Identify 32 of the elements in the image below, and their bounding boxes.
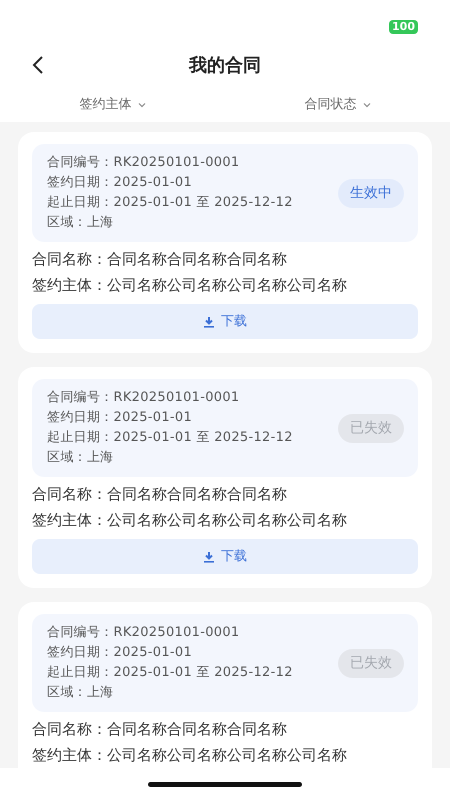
download-button[interactable]: 下载 <box>32 304 418 339</box>
info-text: 合同编号：RK20250101-0001 <box>47 154 241 172</box>
info-text: 合同编号：RK20250101-0001 <box>47 624 241 642</box>
filter-dropdown[interactable]: 签约主体 <box>0 88 225 122</box>
battery-icon: 100 <box>389 20 418 34</box>
info-text: 区域：上海 <box>47 449 114 467</box>
info-text: 起止日期：2025-01-01 至 2025-12-12 <box>47 664 293 682</box>
info-text: 区域：上海 <box>47 684 114 702</box>
info-text: 签约日期：2025-01-01 <box>47 644 194 662</box>
signing-party: 签约主体：公司名称公司名称公司名称公司名称 <box>32 510 348 531</box>
status-badge: 已失效 <box>338 414 404 442</box>
info-text: 签约日期：2025-01-01 <box>47 409 194 427</box>
status-badge: 生效中 <box>338 178 404 208</box>
info-text: 起止日期：2025-01-01 至 2025-12-12 <box>47 194 293 212</box>
info-text: 区域：上海 <box>47 214 114 232</box>
contract-name: 合同名称：合同名称合同名称合同名称 <box>32 484 288 505</box>
info-text: 签约日期：2025-01-01 <box>47 174 194 192</box>
chevron-icon <box>362 102 370 108</box>
download-icon <box>203 550 215 562</box>
status-badge: 已失效 <box>338 648 404 678</box>
contract-name: 合同名称：合同名称合同名称合同名称 <box>32 719 288 740</box>
filter-dropdown[interactable]: 合同状态 <box>225 88 450 122</box>
info-text: 起止日期：2025-01-01 至 2025-12-12 <box>47 429 293 447</box>
chevron-icon <box>138 102 146 108</box>
download-button[interactable]: 下载 <box>32 539 418 574</box>
contract-name: 合同名称：合同名称合同名称合同名称 <box>32 249 288 270</box>
back-icon[interactable] <box>32 55 44 75</box>
page-title: 我的合同 <box>189 54 261 78</box>
signing-party: 签约主体：公司名称公司名称公司名称公司名称 <box>32 275 348 296</box>
info-text: 合同编号：RK20250101-0001 <box>47 389 241 407</box>
signing-party: 签约主体：公司名称公司名称公司名称公司名称 <box>32 745 348 766</box>
download-icon <box>203 316 215 328</box>
